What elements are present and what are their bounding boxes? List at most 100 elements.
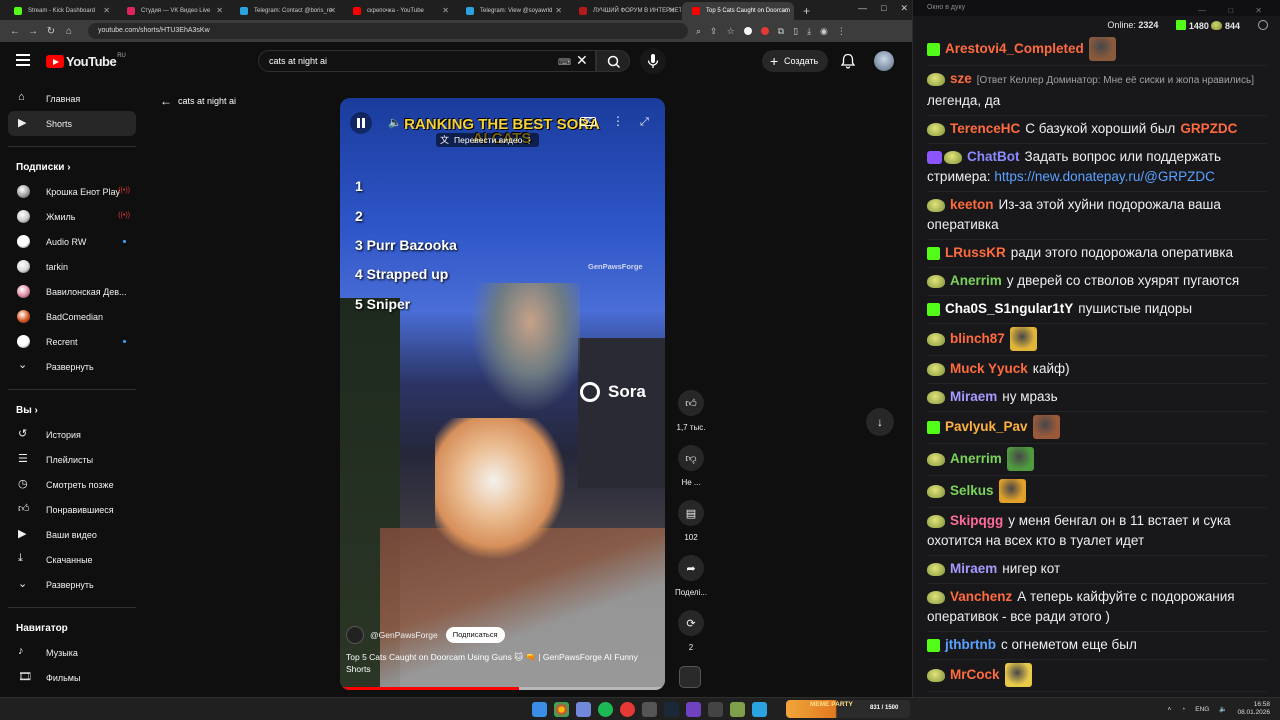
notifications-bell-icon[interactable] [839, 52, 857, 70]
sidebar-item[interactable]: ♪ Музыка [8, 640, 136, 665]
share-button[interactable]: ➦ [678, 555, 704, 581]
obs-icon[interactable] [642, 702, 657, 717]
channel-name[interactable]: @GenPawsForge [370, 630, 438, 640]
translate-video-button[interactable]: 文 Перевести видео ⋮ [436, 133, 540, 147]
discord-icon[interactable] [576, 702, 591, 717]
chat-username[interactable]: Anerrim [950, 451, 1002, 466]
subscriptions-heading[interactable]: Подписки › [0, 157, 148, 179]
chat-link[interactable]: https://new.donatepay.ru/@GRPZDC [994, 169, 1215, 184]
reload-icon[interactable]: ↻ [42, 26, 60, 37]
sidebar-item[interactable]: ⌂ Главная [8, 86, 136, 111]
volume-icon[interactable]: 🔈 [388, 116, 402, 129]
you-heading[interactable]: Вы › [0, 400, 148, 422]
share-page-icon[interactable]: ⇪ [710, 26, 718, 37]
expand-subscriptions-button[interactable]: ⌄ Развернуть [8, 354, 136, 379]
clear-search-icon[interactable]: ✕ [576, 52, 588, 69]
chat-username[interactable]: Anerrim [950, 273, 1002, 288]
tab-close-icon[interactable]: ✕ [216, 6, 223, 15]
subscribe-button[interactable]: Подписаться [445, 627, 505, 643]
subscription-item[interactable]: Жмиль ((•)) [8, 204, 136, 229]
voice-search-button[interactable] [640, 48, 666, 74]
chat-username[interactable]: Pavlyuk_Pav [945, 419, 1028, 434]
chat-username[interactable]: keeton [950, 197, 994, 212]
tab-close-icon[interactable]: ✕ [103, 6, 110, 15]
chat-username[interactable]: Miraem [950, 561, 997, 576]
chat-username[interactable]: Cha0S_S1ngular1tY [945, 301, 1073, 316]
spotify-icon[interactable] [598, 702, 613, 717]
sidebar-item[interactable]: 👍︎ Понравившиеся [8, 497, 136, 522]
chat-username[interactable]: ChatBot [967, 149, 1020, 164]
extension-icon[interactable] [743, 27, 752, 35]
sidebar-item[interactable]: ◷ Смотреть позже [8, 472, 136, 497]
subscription-item[interactable]: tarkin [8, 254, 136, 279]
sound-thumbnail[interactable] [679, 666, 701, 688]
search-input[interactable]: cats at night ai [258, 50, 596, 72]
chat-username[interactable]: blinch87 [950, 331, 1005, 346]
sidebar-item[interactable]: ↺ История [8, 422, 136, 447]
network-icon[interactable]: ◔ [1181, 706, 1185, 713]
chat-username[interactable]: Skipqgg [950, 513, 1003, 528]
sidebar-item[interactable]: ▶ Ваши видео [8, 522, 136, 547]
extensions-icon[interactable]: ⧉ [778, 26, 784, 37]
maximize-icon[interactable]: □ [881, 3, 886, 14]
progress-bar[interactable] [340, 687, 665, 690]
tab-close-icon[interactable]: ✕ [668, 6, 675, 15]
chat-username[interactable]: jthbrtnb [945, 637, 996, 652]
sidebar-item[interactable]: ▶ Shorts [8, 111, 136, 136]
chat-username[interactable]: sze [950, 71, 972, 86]
app-icon[interactable] [708, 702, 723, 717]
channel-avatar[interactable] [346, 626, 364, 644]
browser-tab[interactable]: ЛУЧШИЙ ФОРУМ В ИНТЕРНЕТЕ ✕ [569, 2, 681, 20]
subscription-item[interactable]: Recrent [8, 329, 136, 354]
chat-mention[interactable]: GRPZDC [1180, 121, 1237, 136]
back-to-search-link[interactable]: ← cats at night ai [160, 94, 236, 108]
subscription-item[interactable]: Вавилонская Дев... [8, 279, 136, 304]
download-icon[interactable]: ⤓ [807, 26, 811, 37]
new-tab-icon[interactable]: + [795, 2, 818, 20]
comments-button[interactable]: ▤ [678, 500, 704, 526]
create-button[interactable]: + Создать [762, 50, 828, 72]
recording-app-icon[interactable] [620, 702, 635, 717]
subscription-item[interactable]: Крошка Енот Play ((•)) [8, 179, 136, 204]
tab-close-icon[interactable]: ✕ [555, 6, 562, 15]
tab-close-icon[interactable]: ✕ [329, 6, 336, 15]
forward-icon[interactable]: → [24, 26, 42, 37]
short-video-player[interactable]: RANKING THE BEST SORA AI CATS 文Перевести… [340, 98, 665, 690]
url-field[interactable]: youtube.com/shorts/HTU3EhA3sKw [88, 23, 688, 39]
browser-tab[interactable]: Telegram: Contact @boris_re ✕ [230, 2, 342, 20]
chat-username[interactable]: Selkus [950, 483, 994, 498]
chat-username[interactable]: TerenceHC [950, 121, 1020, 136]
more-options-icon[interactable]: ⋮ [612, 114, 624, 128]
chat-username[interactable]: LRussKR [945, 245, 1006, 260]
youtube-logo[interactable]: YouTube RU [46, 53, 126, 69]
fullscreen-icon[interactable]: ⤢ [640, 116, 649, 129]
dislike-button[interactable]: 👎︎ [678, 445, 704, 471]
meme-party-widget[interactable]: МЕМЕ PARTY 831 / 1500 [786, 700, 910, 718]
hamburger-menu-icon[interactable] [16, 54, 30, 66]
chat-username[interactable]: Arestovi4_Completed [945, 41, 1084, 56]
chat-username[interactable]: Miraem [950, 389, 997, 404]
keyboard-icon[interactable]: ⌨ [558, 57, 571, 68]
home-icon[interactable]: ⌂ [60, 26, 78, 37]
search-button[interactable] [596, 50, 630, 72]
next-short-button[interactable]: ↓ [866, 408, 894, 436]
sidebar-item[interactable]: ☰ Плейлисты [8, 447, 136, 472]
settings-gear-icon[interactable] [1258, 20, 1268, 30]
remix-button[interactable]: ⟳ [678, 610, 704, 636]
sidebar-item[interactable]: ⤓ Скачанные [8, 547, 136, 572]
browser-tab[interactable]: Stream - Kick Dashboard ✕ [4, 2, 116, 20]
chat-username[interactable]: Muck Yyuck [950, 361, 1028, 376]
chat-window-controls[interactable]: — □ ✕ [1198, 3, 1272, 19]
chrome-icon[interactable] [554, 702, 569, 717]
steam-icon[interactable] [664, 702, 679, 717]
captions-icon[interactable]: CC [580, 117, 597, 126]
pause-button[interactable] [350, 112, 372, 134]
tab-close-icon[interactable]: ✕ [442, 6, 449, 15]
chat-username[interactable]: Vanchenz [950, 589, 1012, 604]
browser-tab[interactable]: Telegram: View @soyawrld ✕ [456, 2, 568, 20]
browser-tab[interactable]: скрепочка - YouTube ✕ [343, 2, 455, 20]
sidebar-icon[interactable]: ▯ [793, 26, 798, 37]
sidebar-item[interactable]: 🎞︎ Фильмы [8, 665, 136, 690]
app-icon[interactable] [686, 702, 701, 717]
speaker-icon[interactable]: 🔈 [1219, 705, 1227, 713]
